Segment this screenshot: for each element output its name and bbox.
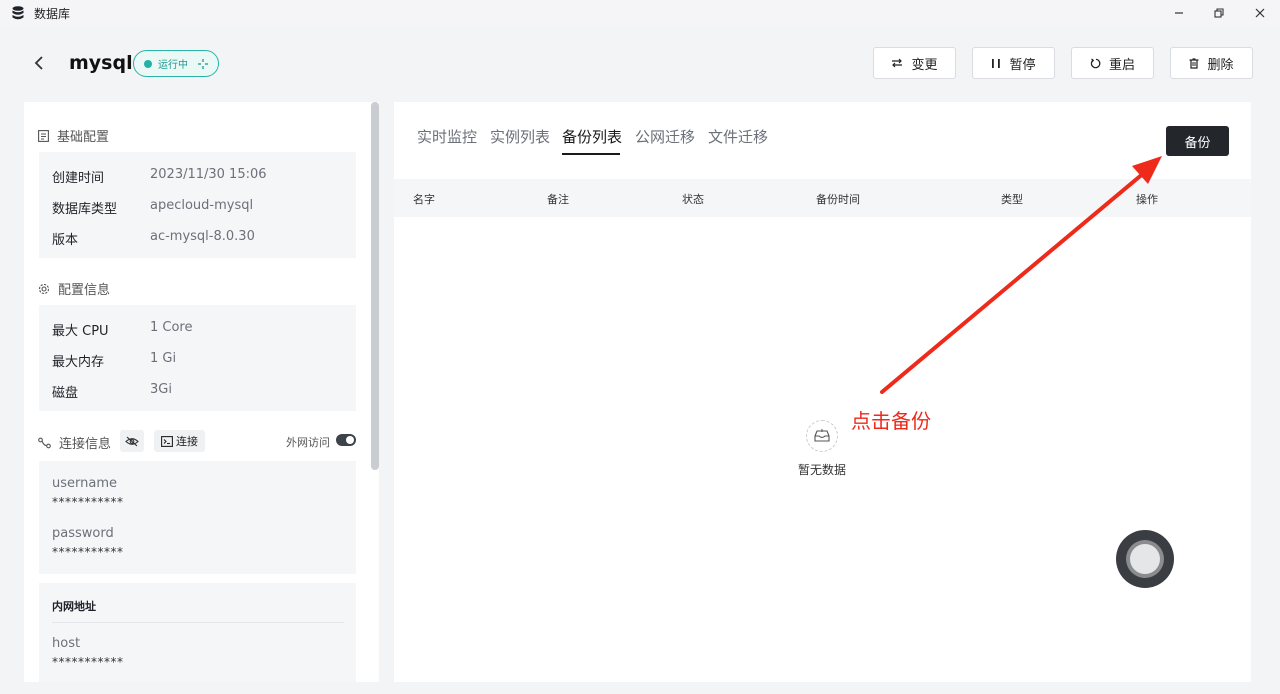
column-header-name[interactable]: 名字 xyxy=(413,191,435,207)
connection-label: 连接信息 xyxy=(59,437,112,452)
info-value: 1 Gi xyxy=(150,351,177,366)
restart-button-label: 重启 xyxy=(1108,57,1135,73)
floating-assistive-button[interactable] xyxy=(1116,530,1174,588)
gear-icon xyxy=(38,283,50,294)
active-tab-indicator xyxy=(562,153,620,155)
pause-button-label: 暂停 xyxy=(1009,57,1036,73)
chevron-left-icon xyxy=(34,56,43,70)
inbox-icon xyxy=(814,429,830,442)
tab-monitoring[interactable]: 实时监控 xyxy=(417,126,477,147)
divider xyxy=(52,622,344,623)
info-value: 2023/11/30 15:06 xyxy=(150,167,267,182)
info-value: apecloud-mysql xyxy=(150,198,254,213)
eye-off-icon xyxy=(125,436,139,446)
username-value: *********** xyxy=(52,495,124,509)
backup-panel: 实时监控 实例列表 备份列表 公网迁移 文件迁移 备份 名字 备注 状态 备份时… xyxy=(394,102,1251,682)
delete-button-label: 删除 xyxy=(1207,57,1234,73)
database-icon xyxy=(12,6,24,20)
page-title: mysql xyxy=(69,52,133,74)
restore-button[interactable] xyxy=(1209,3,1229,23)
instance-details-panel: 基础配置 创建时间 2023/11/30 15:06 数据库类型 apeclou… xyxy=(24,102,379,682)
status-badge: 运行中 xyxy=(133,50,219,77)
public-access-toggle[interactable] xyxy=(336,434,356,446)
status-text: 运行中 xyxy=(158,60,188,71)
trash-icon xyxy=(1189,57,1199,69)
info-value: 3Gi xyxy=(150,382,172,397)
basic-config-label: 基础配置 xyxy=(57,130,110,145)
toggle-visibility-button[interactable] xyxy=(120,430,144,452)
column-header-status[interactable]: 状态 xyxy=(682,191,704,207)
internal-address-title: 内网地址 xyxy=(52,600,96,613)
basic-config-section-title: 基础配置 xyxy=(38,126,109,145)
window-title: 数据库 xyxy=(34,7,71,21)
resource-config-box: 最大 CPU 1 Core 最大内存 1 Gi 磁盘 3Gi xyxy=(39,305,356,411)
swap-icon xyxy=(892,58,903,68)
public-access-label: 外网访问 xyxy=(286,436,330,449)
basic-config-box: 创建时间 2023/11/30 15:06 数据库类型 apecloud-mys… xyxy=(39,152,356,258)
back-button[interactable] xyxy=(28,52,50,74)
minimize-icon xyxy=(1175,12,1183,14)
empty-state-icon xyxy=(806,420,838,452)
info-value: ac-mysql-8.0.30 xyxy=(150,229,255,244)
connect-button[interactable]: 连接 xyxy=(154,430,205,452)
tab-public-migration[interactable]: 公网迁移 xyxy=(635,126,695,147)
host-value: *********** xyxy=(52,655,124,669)
column-header-backup-time[interactable]: 备份时间 xyxy=(816,191,860,207)
status-dot xyxy=(144,59,152,68)
annotation-text: 点击备份 xyxy=(851,409,931,433)
password-label: password xyxy=(52,526,114,541)
info-key: 创建时间 xyxy=(52,171,105,186)
restart-button[interactable]: 重启 xyxy=(1071,47,1154,79)
host-label: host xyxy=(52,636,81,651)
column-header-actions[interactable]: 操作 xyxy=(1136,191,1158,207)
delete-button[interactable]: 删除 xyxy=(1170,47,1253,79)
title-bar: 数据库 xyxy=(0,0,1280,26)
credentials-box: username *********** password **********… xyxy=(39,461,356,574)
restart-icon xyxy=(1090,58,1101,68)
backup-button[interactable]: 备份 xyxy=(1166,126,1229,156)
left-panel-scrollbar[interactable] xyxy=(371,102,379,470)
resource-config-label: 配置信息 xyxy=(58,283,111,298)
pause-button[interactable]: 暂停 xyxy=(972,47,1055,79)
table-header: 名字 备注 状态 备份时间 类型 操作 xyxy=(394,179,1251,217)
tab-backups[interactable]: 备份列表 xyxy=(562,126,622,147)
close-button[interactable] xyxy=(1250,3,1270,23)
tab-instances[interactable]: 实例列表 xyxy=(490,126,550,147)
info-value: 1 Core xyxy=(150,320,193,335)
resource-config-section-title: 配置信息 xyxy=(38,279,110,298)
column-header-remark[interactable]: 备注 xyxy=(547,191,569,207)
username-label: username xyxy=(52,476,117,491)
password-value: *********** xyxy=(52,545,124,559)
info-key: 版本 xyxy=(52,233,79,248)
info-key: 最大 CPU xyxy=(52,324,109,339)
link-icon xyxy=(38,437,51,448)
change-button[interactable]: 变更 xyxy=(873,47,956,79)
connect-button-label: 连接 xyxy=(176,435,198,448)
info-key: 最大内存 xyxy=(52,355,105,370)
info-key: 磁盘 xyxy=(52,386,79,401)
close-icon xyxy=(1255,8,1265,18)
restore-icon xyxy=(1214,8,1224,18)
connection-section-title: 连接信息 xyxy=(38,433,111,452)
change-button-label: 变更 xyxy=(911,57,938,73)
tab-file-migration[interactable]: 文件迁移 xyxy=(708,126,768,147)
pause-icon xyxy=(992,58,1001,68)
document-icon xyxy=(38,129,49,142)
terminal-icon xyxy=(161,435,173,447)
internal-address-box: 内网地址 host *********** xyxy=(39,583,356,682)
minimize-button[interactable] xyxy=(1169,3,1189,23)
loading-icon xyxy=(198,58,208,69)
column-header-type[interactable]: 类型 xyxy=(1001,191,1023,207)
info-key: 数据库类型 xyxy=(52,202,118,217)
empty-state-text: 暂无数据 xyxy=(798,463,847,477)
